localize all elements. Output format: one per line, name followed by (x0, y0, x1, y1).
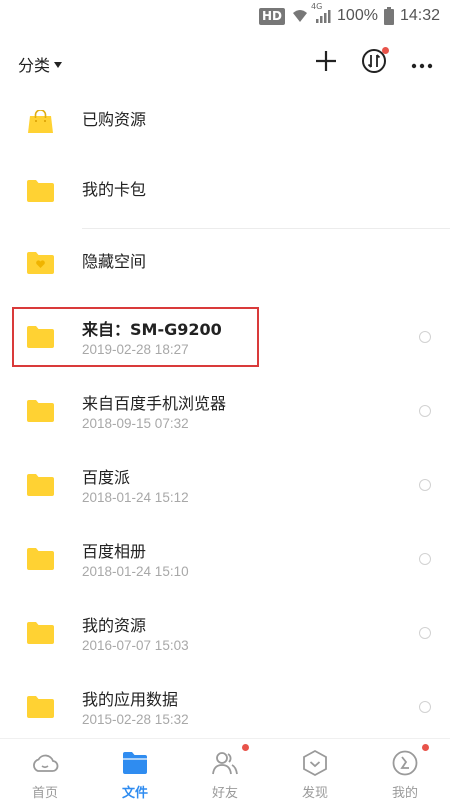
nav-discover-label: 发现 (301, 786, 328, 800)
list-item[interactable]: 我的应用数据 2015-02-28 15:32 (0, 672, 450, 738)
file-name: 我的应用数据 (82, 690, 179, 709)
list-item[interactable]: 百度派 2018-01-24 15:12 (0, 450, 450, 524)
more-button[interactable] (407, 48, 437, 78)
file-date: 2015-02-28 15:32 (82, 712, 189, 727)
folder-icon (27, 696, 54, 718)
list-item[interactable]: 来自百度手机浏览器 2018-09-15 07:32 (0, 376, 450, 450)
network-type: 4G (311, 2, 323, 11)
nav-friends[interactable]: 好友 (180, 739, 270, 800)
nav-friends-label: 好友 (211, 786, 238, 800)
list-item[interactable]: 我的卡包 (0, 156, 450, 230)
folder-icon (27, 622, 54, 644)
category-dropdown[interactable]: 分类 (18, 52, 63, 76)
highlight-box (12, 307, 259, 367)
category-label: 分类 (18, 56, 51, 75)
wifi-icon (291, 8, 309, 24)
cloud-home-icon (31, 749, 59, 777)
file-date: 2018-09-15 07:32 (82, 416, 189, 431)
shopping-bag-folder-icon (27, 109, 54, 133)
list-item[interactable]: 百度相册 2018-01-24 15:10 (0, 524, 450, 598)
nav-home-label: 首页 (31, 786, 58, 800)
hd-badge: HD (259, 7, 286, 25)
file-name: 我的资源 (82, 616, 147, 635)
top-bar: 分类 (0, 32, 450, 94)
bottom-nav: 首页 文件 好友 发现 我的 (0, 738, 450, 800)
nav-profile[interactable]: 我的 (360, 739, 450, 800)
file-date: 2018-01-24 15:10 (82, 564, 189, 579)
nav-home[interactable]: 首页 (0, 739, 90, 800)
friends-icon (211, 749, 239, 777)
add-button[interactable] (311, 48, 341, 78)
nav-files[interactable]: 文件 (90, 739, 180, 800)
file-list: 已购资源 我的卡包 隐藏空间 来自：SM-G9200 2019-02-28 18… (0, 94, 450, 738)
more-dots-icon (411, 54, 433, 73)
file-name: 我的卡包 (82, 180, 147, 199)
select-radio[interactable] (419, 553, 431, 565)
plus-icon (315, 50, 337, 76)
select-radio[interactable] (419, 479, 431, 491)
file-name: 隐藏空间 (82, 252, 147, 271)
nav-files-label: 文件 (121, 786, 148, 800)
clock: 14:32 (399, 7, 440, 24)
folder-icon (27, 548, 54, 570)
file-name: 来自百度手机浏览器 (82, 394, 227, 413)
transfer-badge-dot (382, 47, 389, 54)
file-name: 已购资源 (82, 110, 147, 129)
file-name: 百度派 (82, 468, 131, 487)
battery-percent: 100% (337, 7, 378, 24)
list-item[interactable]: 我的资源 2016-07-07 15:03 (0, 598, 450, 672)
select-radio[interactable] (419, 701, 431, 713)
list-item[interactable]: 隐藏空间 (0, 228, 450, 302)
file-date: 2016-07-07 15:03 (82, 638, 189, 653)
folder-icon (27, 400, 54, 422)
heart-folder-icon (27, 252, 54, 274)
nav-profile-label: 我的 (391, 786, 418, 800)
folder-icon (27, 180, 54, 202)
profile-badge-dot (422, 744, 429, 751)
discover-icon (301, 749, 329, 777)
file-name: 百度相册 (82, 542, 147, 561)
friends-badge-dot (242, 744, 249, 751)
list-item[interactable]: 已购资源 (0, 94, 450, 160)
file-folder-icon (121, 749, 149, 777)
nav-discover[interactable]: 发现 (270, 739, 360, 800)
folder-icon (27, 474, 54, 496)
profile-icon (391, 749, 419, 777)
signal-icon: 4G (311, 2, 331, 24)
select-radio[interactable] (419, 627, 431, 639)
select-radio[interactable] (419, 331, 431, 343)
battery-icon (383, 7, 394, 25)
transfer-button[interactable] (359, 47, 389, 78)
select-radio[interactable] (419, 405, 431, 417)
caret-down-icon (54, 62, 63, 68)
status-bar: HD 4G 100% 14:32 (0, 0, 450, 32)
file-date: 2018-01-24 15:12 (82, 490, 189, 505)
